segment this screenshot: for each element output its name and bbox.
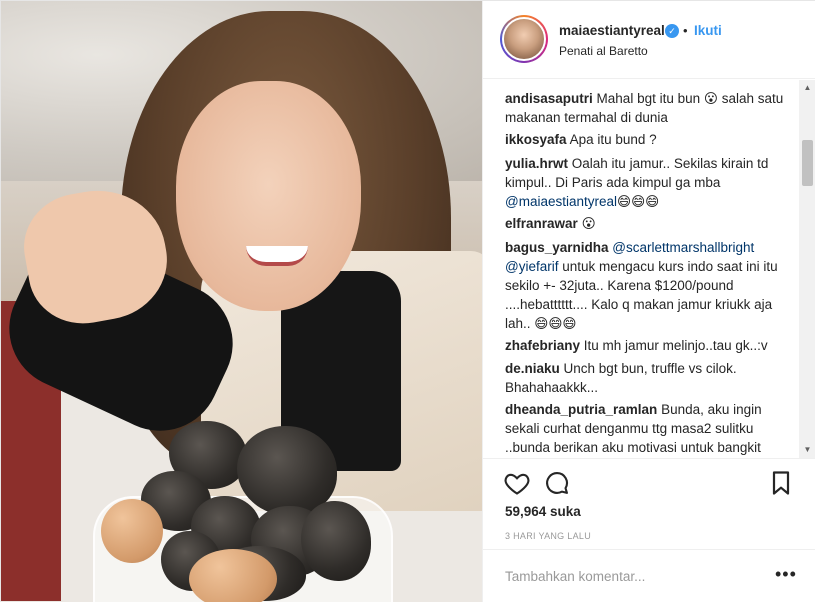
photo-truffle: [301, 501, 371, 581]
follow-button[interactable]: Ikuti: [694, 23, 722, 38]
comment-mention[interactable]: @scarlettmarshallbright: [612, 240, 754, 255]
heart-icon[interactable]: [503, 469, 531, 497]
comment-item: de.niaku Unch bgt bun, truffle vs cilok.…: [505, 359, 787, 397]
post-photo[interactable]: [1, 1, 482, 602]
comment-mention[interactable]: @yiefarif: [505, 259, 558, 274]
avatar-ring[interactable]: [500, 15, 548, 63]
comment-username[interactable]: de.niaku: [505, 361, 560, 376]
comment-username[interactable]: bagus_yarnidha: [505, 240, 609, 255]
likes-count[interactable]: 59,964 suka: [505, 504, 581, 519]
photo-egg: [101, 499, 163, 563]
comment-item: andisasaputri Mahal bgt itu bun 😮 salah …: [505, 89, 787, 127]
separator-dot: •: [683, 23, 688, 38]
comments-scrollbar[interactable]: ▲ ▼: [799, 80, 815, 458]
comment-text: Apa itu bund ?: [569, 132, 657, 147]
comment-item: zhafebriany Itu mh jamur melinjo..tau gk…: [505, 336, 787, 355]
username-link[interactable]: maiaestiantyreal: [559, 23, 665, 38]
comment-item: elfranrawar 😮: [505, 214, 787, 233]
comment-icon[interactable]: [543, 469, 571, 497]
photo-egg: [189, 549, 277, 602]
comment-username[interactable]: zhafebriany: [505, 338, 580, 353]
post-timestamp[interactable]: 3 HARI YANG LALU: [505, 531, 591, 541]
bookmark-icon[interactable]: [767, 469, 795, 497]
more-options-icon[interactable]: •••: [775, 564, 797, 585]
comment-item: ikkosyafa Apa itu bund ?: [505, 130, 787, 149]
comment-text: 😮: [581, 216, 596, 231]
comment-input[interactable]: [505, 566, 765, 586]
comment-emoji: 😄😄😄: [617, 194, 660, 209]
add-comment-bar: •••: [483, 549, 815, 602]
comment-username[interactable]: elfranrawar: [505, 216, 578, 231]
comment-item: dheanda_putria_ramlan Bunda, aku ingin s…: [505, 400, 787, 457]
photo-face: [176, 81, 361, 311]
scroll-up-icon[interactable]: ▲: [799, 82, 815, 94]
instagram-post: maiaestiantyreal ✓ • Ikuti Penati al Bar…: [0, 0, 815, 602]
comment-item: yulia.hrwt Oalah itu jamur.. Sekilas kir…: [505, 154, 787, 211]
comment-item: bagus_yarnidha @scarlettmarshallbright @…: [505, 238, 787, 333]
comment-username[interactable]: andisasaputri: [505, 91, 593, 106]
location-link[interactable]: Penati al Baretto: [559, 44, 648, 58]
scroll-thumb[interactable]: [802, 140, 813, 186]
comment-username[interactable]: yulia.hrwt: [505, 156, 568, 171]
verified-badge-icon: ✓: [665, 24, 679, 38]
comment-username[interactable]: dheanda_putria_ramlan: [505, 402, 657, 417]
avatar[interactable]: [502, 17, 546, 61]
comments-list[interactable]: andisasaputri Mahal bgt itu bun 😮 salah …: [483, 80, 815, 458]
comment-mention[interactable]: @maiaestiantyreal: [505, 194, 617, 209]
post-header: maiaestiantyreal ✓ • Ikuti Penati al Bar…: [483, 1, 815, 79]
comment-text: Itu mh jamur melinjo..tau gk..:v: [583, 338, 768, 353]
scroll-down-icon[interactable]: ▼: [799, 444, 815, 456]
post-side-panel: maiaestiantyreal ✓ • Ikuti Penati al Bar…: [482, 1, 815, 602]
comment-username[interactable]: ikkosyafa: [505, 132, 567, 147]
